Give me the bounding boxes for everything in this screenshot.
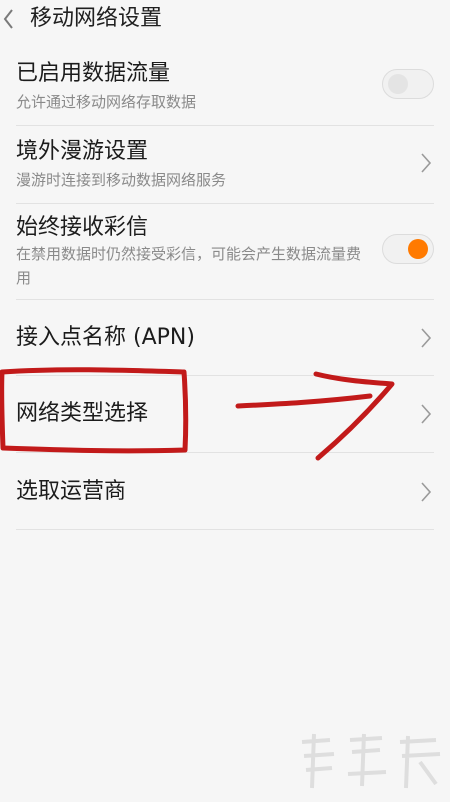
divider [16,452,434,453]
setting-select-carrier[interactable]: 选取运营商 [16,466,434,522]
setting-roaming[interactable]: 境外漫游设置 漫游时连接到移动数据网络服务 [16,134,434,198]
setting-subtitle: 在禁用数据时仍然接受彩信，可能会产生数据流量费用 [16,245,362,287]
setting-title: 始终接收彩信 [16,215,149,240]
data-toggle-switch[interactable] [382,69,434,99]
watermark-logo [301,733,441,789]
setting-apn[interactable]: 接入点名称 (APN) [16,312,434,368]
setting-title: 选取运营商 [16,479,127,504]
chevron-right-icon [421,482,432,502]
setting-title: 接入点名称 (APN) [16,325,195,350]
page-title: 移动网络设置 [30,6,163,31]
setting-subtitle: 漫游时连接到移动数据网络服务 [16,171,227,189]
setting-always-receive-mms[interactable]: 始终接收彩信 在禁用数据时仍然接受彩信，可能会产生数据流量费用 [16,210,434,298]
chevron-right-icon [421,153,432,173]
divider [16,203,434,204]
setting-subtitle: 允许通过移动网络存取数据 [16,93,197,111]
chevron-left-icon[interactable] [2,4,16,34]
setting-title: 已启用数据流量 [16,61,171,86]
chevron-right-icon [421,328,432,348]
setting-network-type[interactable]: 网络类型选择 [16,388,434,444]
setting-title: 境外漫游设置 [16,139,149,164]
divider [16,529,434,530]
divider [16,125,434,126]
chevron-right-icon [421,404,432,424]
setting-data-enabled[interactable]: 已启用数据流量 允许通过移动网络存取数据 [16,56,434,120]
setting-title: 网络类型选择 [16,401,149,426]
switch-knob [388,74,408,94]
divider [16,299,434,300]
divider [16,375,434,376]
switch-knob [408,239,428,259]
mobile-network-settings-screen: 移动网络设置 已启用数据流量 允许通过移动网络存取数据 境外漫游设置 漫游时连接… [0,0,450,802]
mms-toggle-switch[interactable] [382,234,434,264]
header: 移动网络设置 [0,0,450,44]
